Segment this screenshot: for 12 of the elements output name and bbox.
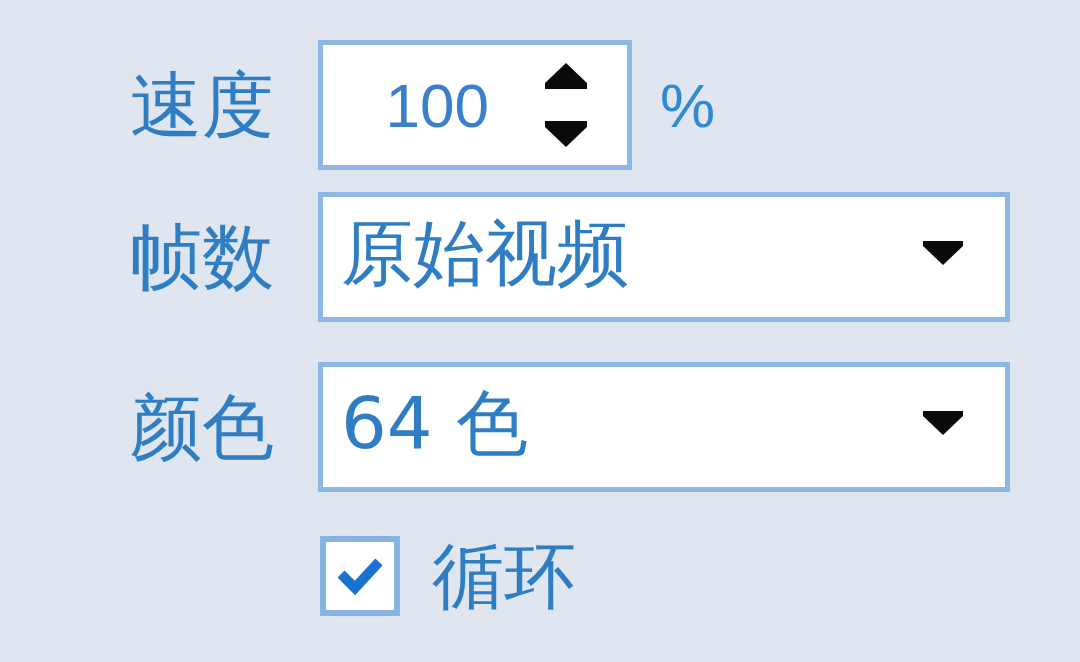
dropdown[interactable]: 64 色 (318, 362, 1010, 492)
field-label: 颜色 (130, 391, 275, 463)
field-label: 速度 (130, 69, 275, 141)
unit-label: % (660, 69, 716, 141)
checkbox[interactable] (320, 536, 400, 616)
caret-down-icon (923, 241, 963, 265)
checkbox-label[interactable]: 循环 (432, 540, 576, 612)
caret-down-icon (923, 411, 963, 435)
field-label: 帧数 (130, 221, 275, 293)
dropdown[interactable]: 原始视频 (318, 192, 1010, 322)
stepper-arrows-icon[interactable] (543, 63, 589, 147)
number-field[interactable]: 100 (318, 40, 632, 170)
